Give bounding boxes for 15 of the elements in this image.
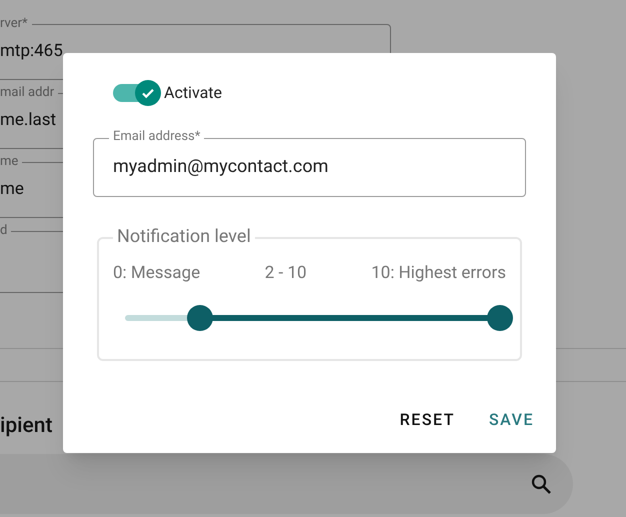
- section-heading: ipient: [0, 413, 52, 440]
- save-button[interactable]: SAVE: [480, 402, 542, 438]
- field-value: me.last: [0, 109, 56, 131]
- level-label: 2 - 10: [264, 262, 307, 285]
- field-value: me: [0, 178, 24, 200]
- toggle-label: Activate: [164, 82, 222, 104]
- field-value: mtp:465: [0, 40, 63, 62]
- toggle-switch[interactable]: [113, 80, 161, 106]
- reset-button[interactable]: RESET: [392, 402, 463, 438]
- field-value: myadmin@mycontact.com: [113, 155, 328, 179]
- slider-thumb[interactable]: [187, 304, 213, 330]
- level-label: 0: Message: [113, 262, 200, 285]
- search-icon[interactable]: [529, 472, 553, 496]
- level-label: 10: Highest errors: [371, 262, 506, 285]
- slider-thumb[interactable]: [487, 304, 513, 330]
